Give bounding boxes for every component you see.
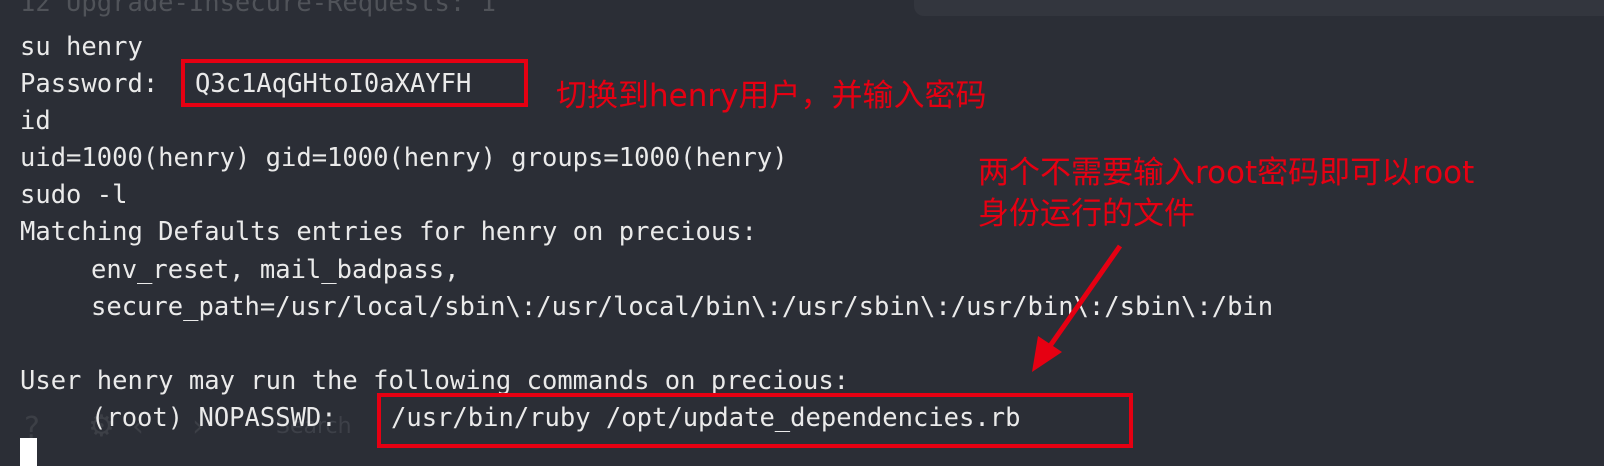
terminal-line-password-label: Password: <box>20 69 174 99</box>
terminal-line-secure-path: secure_path=/usr/local/sbin\:/usr/local/… <box>91 292 1274 322</box>
password-highlight-box <box>181 59 528 107</box>
terminal-line-nopasswd-label: (root) NOPASSWD: <box>91 403 352 433</box>
annotation-no-root-password-line1: 两个不需要输入root密码即可以root <box>978 155 1475 191</box>
terminal-line-id: id <box>20 106 51 136</box>
top-panel <box>914 0 1604 16</box>
terminal-line-uid: uid=1000(henry) gid=1000(henry) groups=1… <box>20 143 788 173</box>
arrow-head <box>1032 336 1062 372</box>
terminal-cursor <box>20 438 37 466</box>
ruby-command-highlight-box <box>377 393 1133 448</box>
header-ghost-line: 12 Upgrade-Insecure-Requests: 1 <box>20 0 496 18</box>
annotation-switch-user: 切换到henry用户，并输入密码 <box>556 78 987 114</box>
terminal-line-sudo: sudo -l <box>20 180 128 210</box>
terminal-line-su: su henry <box>20 32 143 62</box>
terminal-line-env-reset: env_reset, mail_badpass, <box>91 255 460 285</box>
terminal-line-matching-defaults: Matching Defaults entries for henry on p… <box>20 217 757 247</box>
annotation-no-root-password-line2: 身份运行的文件 <box>978 196 1195 232</box>
terminal-window[interactable]: 12 Upgrade-Insecure-Requests: 1 su henry… <box>0 0 1604 466</box>
